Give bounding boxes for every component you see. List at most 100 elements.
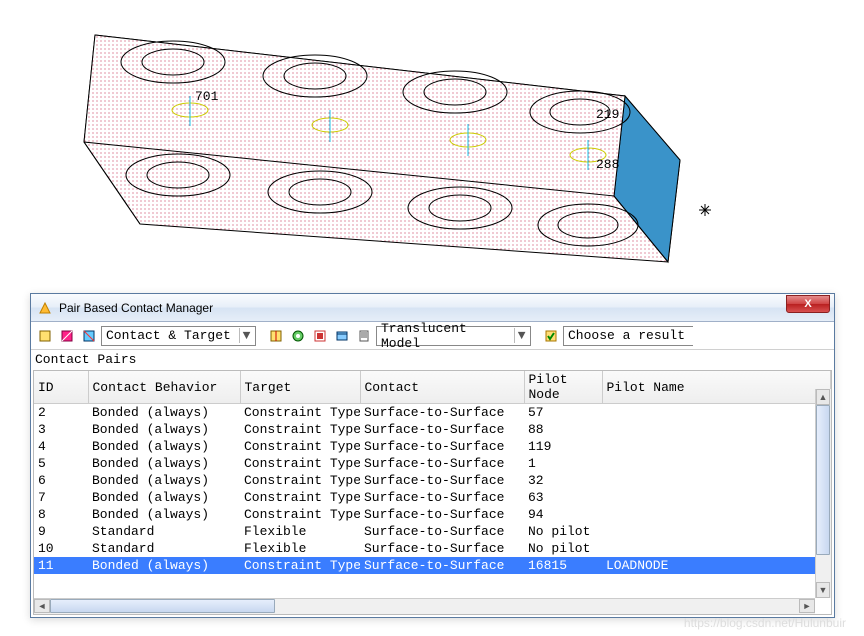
cell-beh: Bonded (always): [88, 404, 240, 421]
cell-beh: Standard: [88, 540, 240, 557]
cell-pname: [602, 523, 831, 540]
col-pilot-node[interactable]: Pilot Node: [524, 371, 602, 404]
cell-id: 4: [34, 438, 88, 455]
cell-beh: Bonded (always): [88, 489, 240, 506]
cell-pn: 32: [524, 472, 602, 489]
cell-id: 6: [34, 472, 88, 489]
cell-id: 8: [34, 506, 88, 523]
col-target[interactable]: Target: [240, 371, 360, 404]
col-contact[interactable]: Contact: [360, 371, 524, 404]
table-row[interactable]: 6Bonded (always)Constraint TypeSurface-t…: [34, 472, 831, 489]
cell-id: 7: [34, 489, 88, 506]
cell-con: Surface-to-Surface: [360, 489, 524, 506]
cell-tgt: Constraint Type: [240, 455, 360, 472]
scroll-right-arrow[interactable]: ►: [799, 599, 815, 613]
toolbar-btn-4[interactable]: [266, 326, 286, 346]
toolbar-btn-3[interactable]: [79, 326, 99, 346]
table-row[interactable]: 3Bonded (always)Constraint TypeSurface-t…: [34, 421, 831, 438]
cell-beh: Bonded (always): [88, 455, 240, 472]
col-behavior[interactable]: Contact Behavior: [88, 371, 240, 404]
cell-tgt: Constraint Type: [240, 506, 360, 523]
table-row[interactable]: 2Bonded (always)Constraint TypeSurface-t…: [34, 404, 831, 421]
table-header-row[interactable]: ID Contact Behavior Target Contact Pilot…: [34, 371, 831, 404]
section-label: Contact Pairs: [31, 350, 834, 368]
cell-con: Surface-to-Surface: [360, 540, 524, 557]
dialog-title: Pair Based Contact Manager: [59, 301, 786, 315]
cell-id: 10: [34, 540, 88, 557]
cell-pn: No pilot: [524, 540, 602, 557]
hscroll-thumb[interactable]: [50, 599, 275, 613]
cell-con: Surface-to-Surface: [360, 472, 524, 489]
cell-id: 2: [34, 404, 88, 421]
col-pilot-name[interactable]: Pilot Name: [602, 371, 831, 404]
cell-beh: Bonded (always): [88, 506, 240, 523]
model-label-288: 288: [596, 157, 619, 172]
cell-con: Surface-to-Surface: [360, 455, 524, 472]
cell-id: 3: [34, 421, 88, 438]
app-icon: [37, 300, 53, 316]
toolbar-btn-6[interactable]: [310, 326, 330, 346]
scroll-down-arrow[interactable]: ▼: [816, 582, 830, 598]
col-id[interactable]: ID: [34, 371, 88, 404]
model-viewport[interactable]: 701 219 288: [0, 0, 864, 292]
close-button[interactable]: X: [786, 295, 830, 313]
toolbar-btn-9[interactable]: [541, 326, 561, 346]
cell-pname: [602, 404, 831, 421]
cell-pname: LOADNODE: [602, 557, 831, 574]
cell-con: Surface-to-Surface: [360, 438, 524, 455]
cell-pn: 1: [524, 455, 602, 472]
combo-result[interactable]: Choose a result: [563, 326, 693, 346]
vertical-scrollbar[interactable]: ▲ ▼: [815, 389, 831, 598]
cell-pn: 63: [524, 489, 602, 506]
table-row[interactable]: 8Bonded (always)Constraint TypeSurface-t…: [34, 506, 831, 523]
cell-beh: Bonded (always): [88, 438, 240, 455]
cell-id: 5: [34, 455, 88, 472]
cell-pname: [602, 438, 831, 455]
cell-con: Surface-to-Surface: [360, 557, 524, 574]
cell-beh: Standard: [88, 523, 240, 540]
combo-contact-target[interactable]: Contact & Target▼: [101, 326, 256, 346]
title-bar[interactable]: Pair Based Contact Manager X: [31, 294, 834, 322]
horizontal-scrollbar[interactable]: ◄ ►: [34, 598, 815, 614]
cell-beh: Bonded (always): [88, 557, 240, 574]
table-row[interactable]: 7Bonded (always)Constraint TypeSurface-t…: [34, 489, 831, 506]
cell-id: 11: [34, 557, 88, 574]
model-label-701: 701: [195, 89, 219, 104]
toolbar-btn-7[interactable]: [332, 326, 352, 346]
cell-tgt: Flexible: [240, 540, 360, 557]
cell-tgt: Constraint Type: [240, 438, 360, 455]
cell-pname: [602, 506, 831, 523]
cell-con: Surface-to-Surface: [360, 523, 524, 540]
grid-wrap: ID Contact Behavior Target Contact Pilot…: [33, 370, 832, 615]
cell-tgt: Constraint Type: [240, 472, 360, 489]
watermark: https://blog.csdn.net/Hulunbuir: [684, 616, 846, 630]
toolbar-btn-1[interactable]: [35, 326, 55, 346]
combo-display-mode[interactable]: Translucent Model▼: [376, 326, 531, 346]
cell-pname: [602, 455, 831, 472]
cell-pn: 16815: [524, 557, 602, 574]
contact-manager-dialog: Pair Based Contact Manager X Contact & T…: [30, 293, 835, 618]
scroll-left-arrow[interactable]: ◄: [34, 599, 50, 613]
cell-tgt: Constraint Type: [240, 404, 360, 421]
cell-pn: 88: [524, 421, 602, 438]
cell-pn: 94: [524, 506, 602, 523]
toolbar-btn-8[interactable]: [354, 326, 374, 346]
contact-pairs-table[interactable]: ID Contact Behavior Target Contact Pilot…: [34, 371, 831, 574]
cell-beh: Bonded (always): [88, 421, 240, 438]
cell-pn: 57: [524, 404, 602, 421]
table-row[interactable]: 4Bonded (always)Constraint TypeSurface-t…: [34, 438, 831, 455]
toolbar-btn-5[interactable]: [288, 326, 308, 346]
scroll-up-arrow[interactable]: ▲: [816, 389, 830, 405]
cell-pname: [602, 540, 831, 557]
toolbar-btn-2[interactable]: [57, 326, 77, 346]
table-row[interactable]: 9StandardFlexibleSurface-to-SurfaceNo pi…: [34, 523, 831, 540]
table-row[interactable]: 11Bonded (always)Constraint TypeSurface-…: [34, 557, 831, 574]
table-row[interactable]: 10StandardFlexibleSurface-to-SurfaceNo p…: [34, 540, 831, 557]
table-row[interactable]: 5Bonded (always)Constraint TypeSurface-t…: [34, 455, 831, 472]
toolbar: Contact & Target▼ Translucent Model▼ Cho…: [31, 322, 834, 350]
cell-pn: 119: [524, 438, 602, 455]
marker-star: [699, 204, 711, 216]
vscroll-thumb[interactable]: [816, 405, 830, 555]
cell-con: Surface-to-Surface: [360, 506, 524, 523]
cell-pname: [602, 489, 831, 506]
